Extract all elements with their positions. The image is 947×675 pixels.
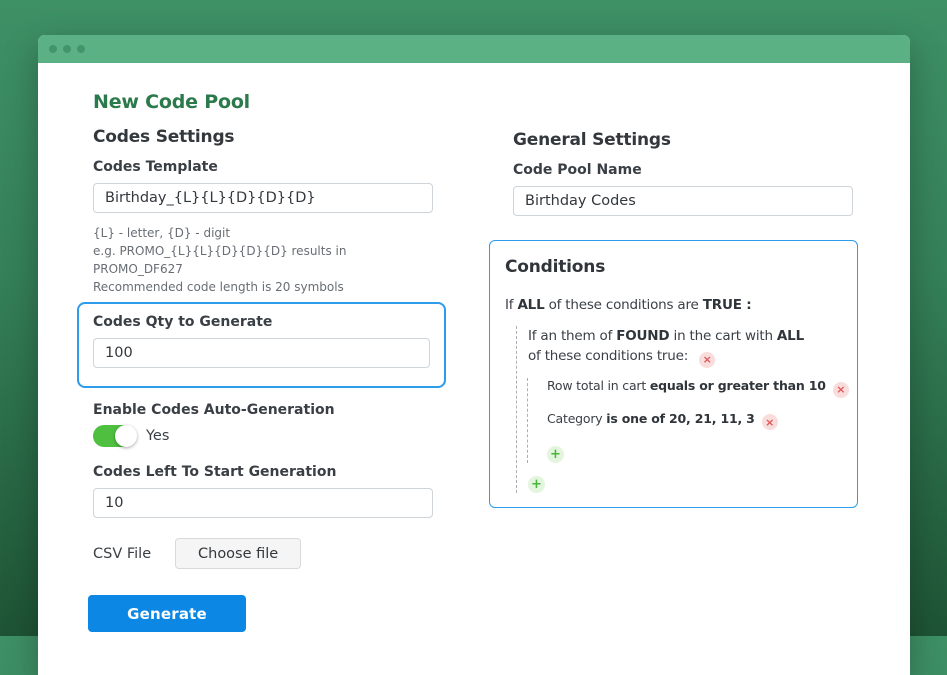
root-line-bold: TRUE :: [703, 297, 752, 313]
condition-row: Row total in cart equals or greater than…: [547, 378, 843, 398]
condition-row-bold: equals or greater than 10: [650, 378, 826, 393]
add-condition-icon[interactable]: +: [547, 446, 564, 463]
codes-template-input[interactable]: [93, 183, 433, 213]
root-line-text: of these conditions are: [545, 297, 703, 313]
codes-left-input[interactable]: [93, 488, 433, 518]
autogen-label: Enable Codes Auto-Generation: [93, 402, 433, 418]
codes-qty-input[interactable]: [93, 338, 430, 368]
group-line-bold: ALL: [777, 328, 804, 344]
codes-settings-column: New Code Pool Codes Settings Codes Templ…: [93, 63, 433, 632]
remove-group-icon[interactable]: ×: [699, 352, 715, 368]
conditions-children: Row total in cart equals or greater than…: [527, 378, 843, 463]
codes-template-label: Codes Template: [93, 159, 433, 175]
generate-button[interactable]: Generate: [88, 595, 246, 632]
qty-highlight-box: Codes Qty to Generate: [77, 302, 446, 388]
root-line-text: If: [505, 297, 517, 313]
csv-file-label: CSV File: [93, 546, 173, 562]
autogen-toggle[interactable]: [93, 425, 134, 447]
hint-line: Recommended code length is 20 symbols: [93, 278, 433, 296]
group-condition-line1: If an them of FOUND in the cart with ALL: [528, 326, 843, 346]
conditions-box: Conditions If ALL of these conditions ar…: [489, 240, 858, 508]
autogen-toggle-row: Yes: [93, 424, 433, 448]
codes-settings-heading: Codes Settings: [93, 127, 433, 147]
general-settings-heading: General Settings: [513, 130, 853, 150]
group-line-text: If an them of: [528, 328, 616, 344]
window-dot-icon[interactable]: [63, 45, 71, 53]
group-line-bold: FOUND: [616, 328, 669, 344]
conditions-heading: Conditions: [505, 257, 843, 277]
autogen-state-label: Yes: [146, 428, 169, 444]
conditions-root-line: If ALL of these conditions are TRUE :: [505, 297, 843, 313]
csv-file-row: CSV File Choose file: [93, 538, 433, 569]
hint-line: {L} - letter, {D} - digit: [93, 224, 433, 242]
condition-row-text: Row total in cart: [547, 378, 650, 393]
conditions-group: If an them of FOUND in the cart with ALL…: [516, 326, 843, 493]
add-group-icon[interactable]: +: [528, 476, 545, 493]
group-line-text: of these conditions true:: [528, 348, 692, 364]
pool-name-label: Code Pool Name: [513, 162, 853, 178]
remove-condition-icon[interactable]: ×: [833, 382, 849, 398]
group-line-text: in the cart with: [669, 328, 777, 344]
codes-left-label: Codes Left To Start Generation: [93, 464, 433, 480]
window-dot-icon[interactable]: [77, 45, 85, 53]
codes-qty-label: Codes Qty to Generate: [93, 314, 430, 330]
remove-condition-icon[interactable]: ×: [762, 414, 778, 430]
general-settings-column: General Settings Code Pool Name Conditio…: [513, 63, 853, 508]
app-window: New Code Pool Codes Settings Codes Templ…: [38, 35, 910, 675]
hint-line: e.g. PROMO_{L}{L}{D}{D}{D} results in PR…: [93, 242, 433, 278]
template-hints: {L} - letter, {D} - digit e.g. PROMO_{L}…: [93, 224, 433, 296]
condition-row-bold: is one of 20, 21, 11, 3: [606, 411, 754, 426]
choose-file-button[interactable]: Choose file: [175, 538, 301, 569]
window-dot-icon[interactable]: [49, 45, 57, 53]
root-line-bold: ALL: [517, 297, 544, 313]
toggle-knob-icon: [115, 425, 137, 447]
page-title: New Code Pool: [93, 91, 433, 113]
condition-row: Category is one of 20, 21, 11, 3 ×: [547, 411, 843, 431]
pool-name-input[interactable]: [513, 186, 853, 216]
condition-row-text: Category: [547, 411, 606, 426]
window-titlebar: [38, 35, 910, 63]
group-condition-line2: of these conditions true: ×: [528, 346, 843, 368]
